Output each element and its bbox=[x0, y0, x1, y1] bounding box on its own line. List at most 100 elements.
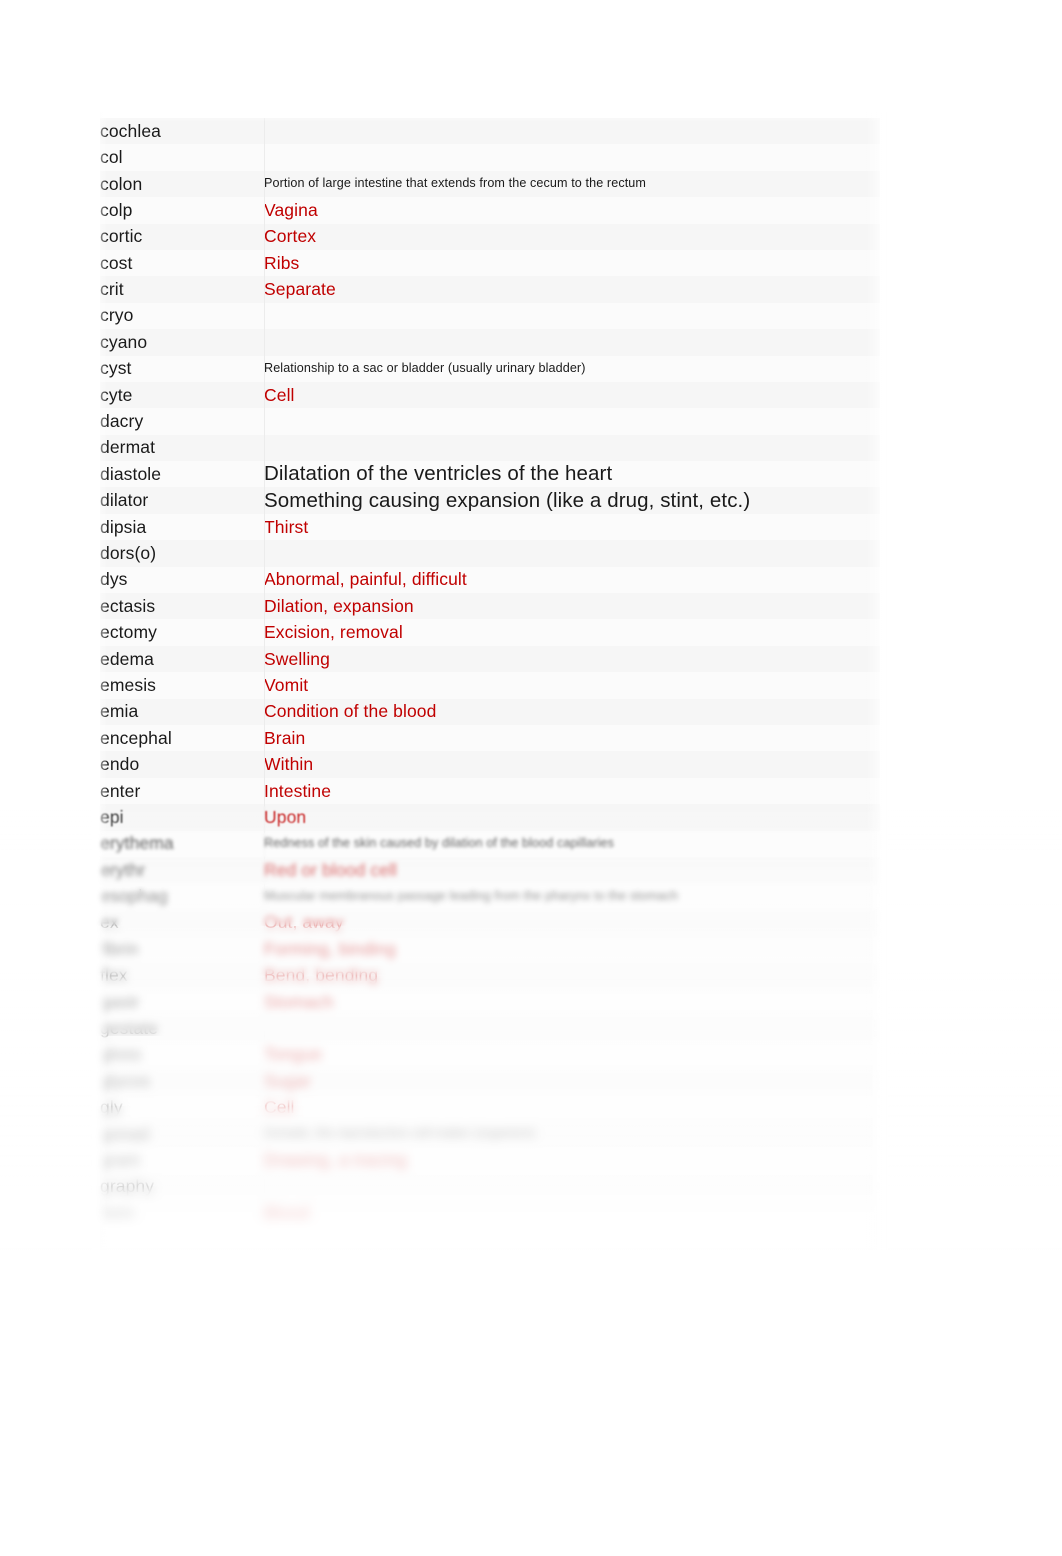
term-cell: ectomy bbox=[100, 622, 158, 643]
definition-cell: Upon bbox=[264, 806, 307, 827]
definition-cell bbox=[264, 1015, 880, 1041]
table-row: cyst Relationship to a sac or bladder (us… bbox=[100, 355, 880, 382]
table-row: gastr Stomach bbox=[100, 988, 880, 1016]
term-cell: flex bbox=[100, 965, 128, 986]
term-cell: emesis bbox=[100, 674, 157, 695]
definition-cell: Cortex bbox=[264, 226, 317, 247]
table-row: cochlea bbox=[100, 118, 880, 145]
term-cell: fibrin bbox=[100, 938, 139, 959]
term-cell: colp bbox=[100, 199, 133, 220]
term-cell: gloss bbox=[100, 1044, 142, 1065]
term-cell: graphy bbox=[100, 1176, 155, 1197]
definition-cell: Cell bbox=[264, 384, 295, 405]
term-cell: colon bbox=[100, 173, 143, 194]
definition-cell: Within bbox=[264, 754, 314, 775]
table-row: endo Within bbox=[100, 751, 880, 778]
term-cell: ectasis bbox=[100, 595, 156, 616]
definition-cell: Stomach bbox=[264, 991, 334, 1012]
table-row: dilator Something causing expansion (like… bbox=[100, 487, 880, 514]
table-column-divider bbox=[264, 118, 265, 1246]
definition-cell bbox=[264, 540, 880, 566]
table-row: gram Drawing, a tracing bbox=[100, 1147, 880, 1174]
table-row: ectomy Excision, removal bbox=[100, 619, 880, 646]
table-row: cyano bbox=[100, 329, 880, 356]
term-cell: dipsia bbox=[100, 516, 147, 537]
definition-cell: Muscular membranous passage leading from… bbox=[264, 888, 679, 903]
term-cell: gram bbox=[100, 1149, 141, 1170]
definition-cell: Condition of the blood bbox=[264, 701, 437, 722]
definition-cell: Gonads, the reproductive cell-maker (org… bbox=[264, 1126, 536, 1141]
table-row: dermat bbox=[100, 434, 880, 462]
term-cell: gonad bbox=[100, 1123, 150, 1144]
term-cell: enter bbox=[100, 780, 141, 801]
definition-cell: Dilatation of the ventricles of the hear… bbox=[264, 462, 613, 486]
term-cell: epi bbox=[100, 806, 124, 827]
term-cell: dilator bbox=[100, 490, 149, 511]
definition-cell bbox=[264, 329, 880, 355]
definition-cell bbox=[264, 144, 880, 170]
definition-cell: Red or blood cell bbox=[264, 859, 398, 880]
table-row: gestate bbox=[100, 1015, 880, 1042]
table-row: gonad Gonads, the reproductive cell-maker… bbox=[100, 1120, 880, 1148]
table-row: glycos Sugar bbox=[100, 1068, 880, 1095]
definition-cell bbox=[264, 408, 880, 434]
definition-cell: Brain bbox=[264, 727, 306, 748]
term-cell: edema bbox=[100, 648, 155, 669]
definition-cell: Relationship to a sac or bladder (usuall… bbox=[264, 360, 586, 375]
table-row: emesis Vomit bbox=[100, 672, 880, 699]
definition-cell: Intestine bbox=[264, 780, 332, 801]
term-cell: diastole bbox=[100, 463, 162, 484]
glossary-table-body: cochlea col colon Portion of large intestin… bbox=[100, 118, 880, 1227]
term-cell: hem bbox=[100, 1202, 135, 1223]
table-row: ex Out, away bbox=[100, 909, 880, 937]
definition-cell: Tongue bbox=[264, 1044, 323, 1065]
definition-cell: Forming, binding bbox=[264, 938, 396, 959]
definition-cell: Drawing, a tracing bbox=[264, 1149, 407, 1170]
term-cell: cyst bbox=[100, 358, 132, 379]
table-row: erythr Red or blood cell bbox=[100, 856, 880, 884]
definition-cell: Redness of the skin caused by dilation o… bbox=[264, 835, 615, 850]
definition-cell: Excision, removal bbox=[264, 622, 403, 643]
term-cell: gastr bbox=[100, 991, 140, 1012]
term-cell: glycos bbox=[100, 1070, 151, 1091]
table-row: dys Abnormal, painful, difficult bbox=[100, 566, 880, 594]
term-cell: cyano bbox=[100, 331, 148, 352]
table-row: cortic Cortex bbox=[100, 223, 880, 250]
definition-cell: Swelling bbox=[264, 648, 330, 669]
definition-cell bbox=[264, 118, 880, 144]
table-row: gloss Tongue bbox=[100, 1041, 880, 1069]
term-cell: cost bbox=[100, 252, 133, 273]
table-row: enter Intestine bbox=[100, 777, 880, 805]
term-cell: col bbox=[100, 147, 123, 168]
definition-cell: Blood bbox=[264, 1202, 310, 1223]
table-row: hem Blood bbox=[100, 1200, 880, 1227]
table-row: col bbox=[100, 144, 880, 171]
term-cell: erythr bbox=[100, 859, 146, 880]
definition-cell: Out, away bbox=[264, 912, 344, 933]
term-cell: dacry bbox=[100, 411, 144, 432]
term-cell: dys bbox=[100, 569, 128, 590]
definition-cell: Ribs bbox=[264, 252, 300, 273]
document-page: cochlea col colon Portion of large intestin… bbox=[0, 0, 1062, 1556]
table-row: edema Swelling bbox=[100, 645, 880, 673]
definition-cell bbox=[264, 1174, 880, 1200]
table-row: dipsia Thirst bbox=[100, 513, 880, 541]
term-cell: esophag bbox=[100, 886, 168, 907]
table-row: colon Portion of large intestine that ext… bbox=[100, 170, 880, 198]
definition-cell: Vagina bbox=[264, 199, 318, 220]
definition-cell: Dilation, expansion bbox=[264, 595, 414, 616]
term-cell: endo bbox=[100, 754, 140, 775]
term-cell: encephal bbox=[100, 727, 172, 748]
term-cell: ex bbox=[100, 912, 119, 933]
table-row: cyte Cell bbox=[100, 381, 880, 409]
table-row: graphy bbox=[100, 1173, 880, 1201]
term-cell: cryo bbox=[100, 305, 134, 326]
term-cell: gly bbox=[100, 1097, 123, 1118]
table-row: diastole Dilatation of the ventricles of … bbox=[100, 461, 880, 488]
table-row: cost Ribs bbox=[100, 249, 880, 277]
table-row: dors(o) bbox=[100, 540, 880, 567]
term-cell: gestate bbox=[100, 1018, 159, 1039]
glossary-table: cochlea col colon Portion of large intestin… bbox=[100, 118, 880, 1227]
term-cell: dors(o) bbox=[100, 543, 157, 563]
table-row: gly Cell bbox=[100, 1094, 880, 1121]
